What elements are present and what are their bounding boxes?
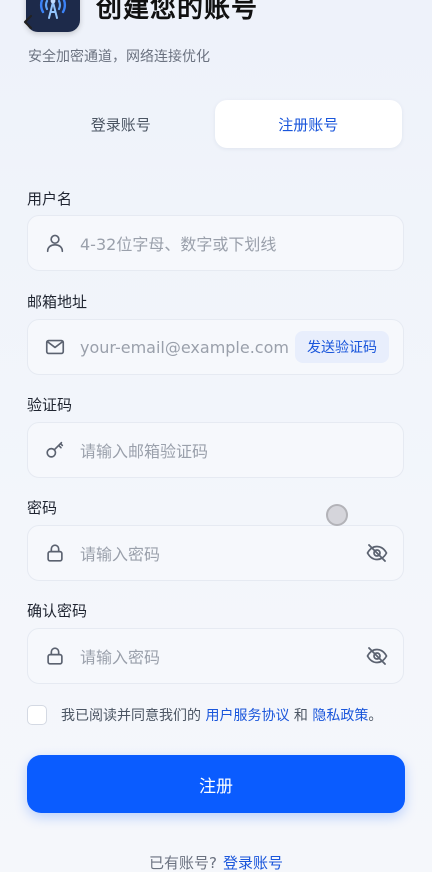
agreement-row: 我已阅读并同意我们的 用户服务协议 和 隐私政策。: [27, 705, 382, 725]
username-label: 用户名: [27, 190, 73, 208]
login-link[interactable]: 登录账号: [223, 854, 283, 872]
agreement-checkbox[interactable]: [27, 705, 47, 725]
password-field[interactable]: 请输入密码: [27, 525, 404, 581]
terms-link[interactable]: 用户服务协议: [205, 708, 289, 724]
send-code-button[interactable]: 发送验证码: [295, 331, 389, 363]
have-account-text: 已有账号?: [149, 854, 217, 872]
page-subtitle: 安全加密通道，网络连接优化: [28, 49, 210, 65]
confirm-password-input[interactable]: 请输入密码: [80, 644, 365, 668]
eye-off-icon[interactable]: [365, 644, 389, 668]
agreement-suffix: 。: [368, 708, 383, 724]
tab-login[interactable]: 登录账号: [27, 100, 215, 148]
register-page: 创建您的账号 安全加密通道，网络连接优化 登录账号 注册账号 用户名 4-32位…: [0, 0, 432, 872]
confirm-password-label: 确认密码: [27, 602, 88, 620]
signal-tower-icon: [40, 0, 66, 19]
back-icon[interactable]: [20, 14, 36, 30]
code-label: 验证码: [27, 396, 73, 414]
confirm-password-field[interactable]: 请输入密码: [27, 628, 404, 684]
privacy-link[interactable]: 隐私政策: [312, 708, 368, 724]
lock-icon: [47, 544, 63, 562]
agreement-text: 我已阅读并同意我们的 用户服务协议 和 隐私政策。: [61, 705, 382, 725]
agreement-prefix: 我已阅读并同意我们的: [61, 708, 206, 724]
code-field[interactable]: 请输入邮箱验证码: [27, 422, 404, 478]
register-button[interactable]: 注册: [27, 755, 405, 813]
username-input[interactable]: 4-32位字母、数字或下划线: [80, 231, 403, 255]
auth-tabs: 登录账号 注册账号: [27, 100, 402, 148]
login-prompt-row: 已有账号? 登录账号: [0, 852, 432, 872]
email-label: 邮箱地址: [27, 293, 88, 311]
user-icon: [46, 234, 64, 253]
eye-off-icon[interactable]: [365, 541, 389, 565]
lock-icon: [47, 647, 63, 665]
email-input[interactable]: your-email@example.com: [80, 338, 295, 357]
key-icon: [46, 441, 64, 458]
email-field[interactable]: your-email@example.com 发送验证码: [27, 319, 404, 375]
mail-icon: [45, 339, 65, 355]
tab-register[interactable]: 注册账号: [214, 100, 402, 148]
password-label: 密码: [27, 499, 58, 517]
password-input[interactable]: 请输入密码: [80, 541, 365, 565]
agreement-middle: 和: [289, 708, 313, 724]
username-field[interactable]: 4-32位字母、数字或下划线: [27, 215, 404, 271]
header: 创建您的账号 安全加密通道，网络连接优化: [0, 0, 432, 80]
touch-indicator: [326, 504, 348, 526]
code-input[interactable]: 请输入邮箱验证码: [80, 438, 403, 462]
page-title: 创建您的账号: [96, 0, 259, 24]
